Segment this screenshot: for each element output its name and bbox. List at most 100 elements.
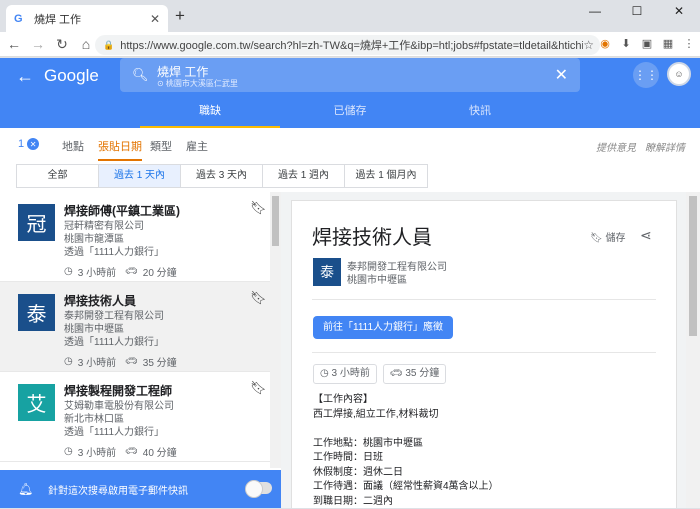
detail-meta: ◷ 3 小時前 🚗︎ 35 分鐘 <box>313 364 447 384</box>
bell-icon: 🔔︎ <box>18 482 34 496</box>
learn-more-link[interactable]: 瞭解詳情 <box>645 139 685 154</box>
new-tab-button[interactable]: + <box>175 6 185 26</box>
bookmark-icon[interactable]: 🔖︎ <box>250 290 267 306</box>
clock-icon: ◷ <box>64 356 73 367</box>
car-icon: 🚗︎ <box>125 446 138 457</box>
avatar[interactable]: ☺ <box>667 62 691 86</box>
share-icon[interactable]: ⋖ <box>640 227 652 244</box>
forward-arrow-icon[interactable]: → <box>28 36 48 52</box>
extension-window-icon[interactable]: ▣ <box>640 36 654 50</box>
extension-color-icon[interactable]: ◉ <box>598 36 612 50</box>
job-detail-panel: 焊接技術人員 🔖︎ 儲存 ⋖ 泰 泰邦開發工程有限公司 桃園市中壢區 前往「11… <box>291 200 677 508</box>
menu-dots-icon[interactable]: ⋮ <box>682 36 696 50</box>
detail-commute: 35 分鐘 <box>405 368 440 379</box>
job-commute: 40 分鐘 <box>142 448 177 459</box>
search-location: ⊙ 桃園市大溪區仁武里 <box>157 79 238 88</box>
feedback-link[interactable]: 提供意見 <box>596 139 636 154</box>
company-logo: 艾 <box>18 384 55 421</box>
job-meta: ◷ 3 小時前 🚗︎ 20 分鐘 <box>64 264 182 279</box>
company-logo: 泰 <box>18 294 55 331</box>
job-commute: 20 分鐘 <box>142 268 177 279</box>
tab-jobs[interactable]: 職缺 <box>140 94 280 128</box>
google-logo[interactable]: Google <box>44 66 99 86</box>
date-options: 全部 過去 1 天內 過去 3 天內 過去 1 週內 過去 1 個月內 <box>16 164 428 188</box>
company-logo: 冠 <box>18 204 55 241</box>
close-tab-icon[interactable]: ✕ <box>150 12 160 26</box>
date-option-1-month[interactable]: 過去 1 個月內 <box>345 165 427 187</box>
date-option-all[interactable]: 全部 <box>17 165 99 187</box>
search-icon[interactable]: 🔍︎ <box>132 67 149 83</box>
job-time: 3 小時前 <box>77 448 117 459</box>
job-meta: ◷ 3 小時前 🚗︎ 40 分鐘 <box>64 444 182 459</box>
browser-toolbar: ← → ↻ ⌂ 🔒 https://www.google.com.tw/sear… <box>0 32 700 57</box>
tab-saved[interactable]: 已儲存 <box>280 94 420 128</box>
clock-icon: ◷ <box>64 266 73 277</box>
filter-type[interactable]: 類型 <box>150 138 172 154</box>
detail-save-button[interactable]: 🔖︎ 儲存 <box>590 229 625 244</box>
browser-tab[interactable]: G 燒焊 工作 ✕ <box>6 5 168 32</box>
list-scrollbar[interactable] <box>270 192 281 468</box>
url-text: https://www.google.com.tw/search?hl=zh-T… <box>120 40 584 52</box>
filter-location[interactable]: 地點 <box>62 138 84 154</box>
detail-location: 桃園市中壢區 <box>347 275 407 286</box>
home-icon[interactable]: ⌂ <box>76 36 96 52</box>
detail-scrollbar[interactable] <box>686 192 700 508</box>
browser-tab-title: 燒焊 工作 <box>34 13 82 26</box>
car-icon: 🚗︎ <box>125 356 138 367</box>
job-time: 3 小時前 <box>77 358 117 369</box>
clear-icon[interactable]: ✕ <box>555 65 568 85</box>
job-card[interactable]: 冠 焊接師傅(平鎮工業區) 冠軒精密有限公司 桃園市龍潭區 透過「1111人力銀… <box>0 192 270 282</box>
job-commute: 35 分鐘 <box>142 358 177 369</box>
job-card[interactable]: 泰 焊接技術人員 泰邦開發工程有限公司 桃園市中壢區 透過「1111人力銀行」 … <box>0 282 270 372</box>
filter-bar: 1 ✕ 地點 張貼日期 類型 雇主 提供意見 瞭解詳情 <box>0 128 700 162</box>
apps-grid-icon[interactable]: ⋮⋮ <box>633 62 659 88</box>
job-card[interactable]: 艾 焊接製程開發工程師 艾姆勒車電股份有限公司 新北市林口區 透過「1111人力… <box>0 372 270 462</box>
apply-button[interactable]: 前往「1111人力銀行」應徵 <box>313 316 454 339</box>
clock-icon: ◷ <box>64 446 73 457</box>
date-option-1-day[interactable]: 過去 1 天內 <box>99 165 181 187</box>
filter-count-badge[interactable]: 1 ✕ <box>18 138 40 150</box>
extension-download-icon[interactable]: ⬇ <box>619 36 633 50</box>
job-list: 冠 焊接師傅(平鎮工業區) 冠軒精密有限公司 桃園市龍潭區 透過「1111人力銀… <box>0 192 281 508</box>
back-arrow-icon[interactable]: ← <box>16 66 38 87</box>
job-description: 【工作內容】 西工焊接,組立工作,材料裁切 工作地點：桃園市中壢區 工作時間：日… <box>313 394 499 507</box>
job-meta: ◷ 3 小時前 🚗︎ 35 分鐘 <box>64 354 182 369</box>
detail-scrollbar-thumb[interactable] <box>689 196 697 336</box>
date-option-3-days[interactable]: 過去 3 天內 <box>181 165 263 187</box>
list-scrollbar-thumb[interactable] <box>272 196 279 246</box>
email-alert-bar: 🔔︎ 針對這次搜尋啟用電子郵件快訊 <box>0 470 281 508</box>
close-window-button[interactable]: ✕ <box>658 0 700 22</box>
back-arrow-icon[interactable]: ← <box>4 36 24 52</box>
detail-company-logo: 泰 <box>313 258 341 286</box>
filter-date-posted[interactable]: 張貼日期 <box>98 138 142 161</box>
divider <box>312 352 656 353</box>
bookmark-icon[interactable]: 🔖︎ <box>250 380 267 396</box>
divider <box>312 299 656 300</box>
google-favicon-icon: G <box>14 12 23 25</box>
window-controls: — ☐ ✕ <box>574 0 700 22</box>
detail-save-label: 儲存 <box>605 233 626 244</box>
search-box[interactable]: 🔍︎ 燒焊 工作 ⊙ 桃園市大溪區仁武里 ✕ <box>120 58 580 92</box>
filter-count: 1 <box>18 138 25 150</box>
car-icon: 🚗︎ <box>125 266 138 277</box>
job-time: 3 小時前 <box>77 268 117 279</box>
extension-dark-icon[interactable]: ▦ <box>661 36 675 50</box>
filter-employer[interactable]: 雇主 <box>186 138 208 154</box>
tab-alerts[interactable]: 快訊 <box>420 94 540 128</box>
detail-commute-chip: 🚗︎ 35 分鐘 <box>382 364 447 384</box>
email-alert-toggle[interactable] <box>245 480 272 498</box>
detail-title: 焊接技術人員 <box>312 227 432 249</box>
extensions: ◉ ⬇ ▣ ▦ ⋮ <box>598 36 696 50</box>
browser-tab-bar: G 燒焊 工作 ✕ + — ☐ ✕ <box>0 0 700 32</box>
jobs-tabs: 職缺 已儲存 快訊 <box>0 94 700 128</box>
maximize-button[interactable]: ☐ <box>616 0 658 22</box>
job-via: 透過「1111人力銀行」 <box>64 337 165 348</box>
address-bar[interactable]: 🔒 https://www.google.com.tw/search?hl=zh… <box>95 35 600 55</box>
job-via: 透過「1111人力銀行」 <box>64 427 165 438</box>
clear-filter-icon[interactable]: ✕ <box>27 138 40 150</box>
date-option-1-week[interactable]: 過去 1 週內 <box>263 165 345 187</box>
minimize-button[interactable]: — <box>574 0 616 22</box>
job-via: 透過「1111人力銀行」 <box>64 247 165 258</box>
reload-icon[interactable]: ↻ <box>52 36 72 53</box>
bookmark-icon[interactable]: 🔖︎ <box>250 200 267 216</box>
